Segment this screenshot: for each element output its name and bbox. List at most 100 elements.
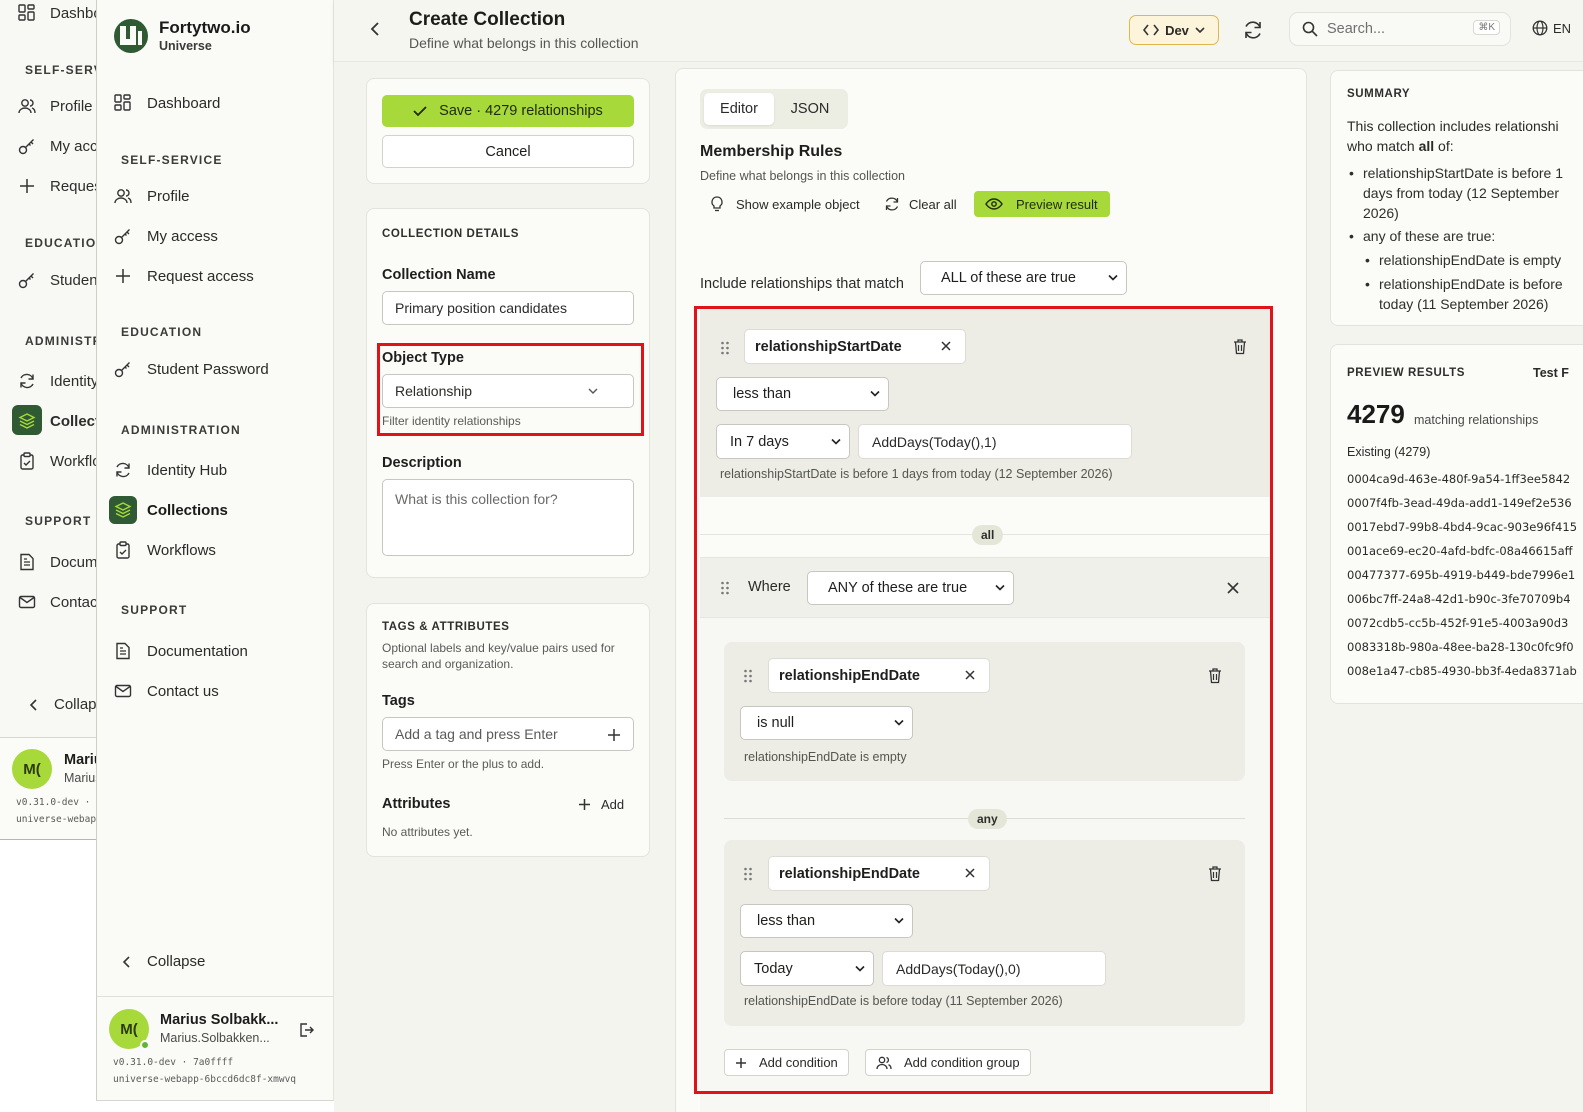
sidebar-item-identity-hub[interactable]: Identity Hub xyxy=(113,453,319,487)
section-heading: TAGS & ATTRIBUTES xyxy=(382,621,510,633)
sidebar-item-label: Contact us xyxy=(147,682,219,700)
tab-editor[interactable]: Editor xyxy=(704,93,774,125)
tags-input[interactable]: Add a tag and press Enter xyxy=(382,717,634,751)
result-item[interactable]: 00477377-695b-4919-b449-bde7996e1 xyxy=(1347,568,1575,582)
sidebar-item-label: Request access xyxy=(147,267,254,285)
mail-icon xyxy=(18,595,36,609)
bg-sidebar-item-profile[interactable]: Profile xyxy=(18,97,93,115)
summary-text-bold: all xyxy=(1418,138,1435,154)
add-attribute-label: Add xyxy=(601,797,625,812)
brand-subtitle: Universe xyxy=(159,39,212,53)
actions-card: Save · 4279 relationships Cancel xyxy=(366,78,650,184)
clear-all-button[interactable]: Clear all xyxy=(884,191,957,217)
result-item[interactable]: 0072cdb5-cc5b-452f-91e5-4003a90d3 xyxy=(1347,616,1568,630)
match-mode-label: Include relationships that match xyxy=(700,276,904,292)
search-input[interactable]: Search... ⌘K xyxy=(1289,12,1511,46)
result-item[interactable]: 001ace69-ec20-4afd-bdfc-08a46615aff xyxy=(1347,544,1573,558)
result-item[interactable]: 0017ebd7-99b8-4bd4-9cac-903e96f415 xyxy=(1347,520,1577,534)
section-heading-self-service: SELF-SERVICE xyxy=(121,153,223,167)
user-email: Marius.Solbakken... xyxy=(160,1031,270,1045)
user-name: Marius Solbakk... xyxy=(160,1012,279,1028)
show-example-button[interactable]: Show example object xyxy=(710,191,860,217)
tags-subtitle: Optional labels and key/value pairs used… xyxy=(382,641,615,671)
brand[interactable]: Fortytwo.io Universe xyxy=(113,18,251,54)
summary-text-part: of: xyxy=(1434,138,1454,154)
add-attribute-button[interactable]: Add xyxy=(578,797,624,812)
environment-label: Dev xyxy=(1165,22,1189,38)
plus-icon xyxy=(113,266,133,286)
tab-json[interactable]: JSON xyxy=(776,93,844,125)
rules-subtitle: Define what belongs in this collection xyxy=(700,169,905,183)
save-button[interactable]: Save · 4279 relationships xyxy=(382,95,634,127)
sidebar-item-contact[interactable]: Contact us xyxy=(113,674,319,708)
test-button[interactable]: Test F xyxy=(1533,366,1569,380)
preview-result-label: Preview result xyxy=(1016,196,1098,212)
plus-icon xyxy=(20,179,34,193)
sidebar-item-profile[interactable]: Profile xyxy=(113,179,319,213)
sidebar-item-label: Collections xyxy=(147,501,228,519)
preview-result-button[interactable]: Preview result xyxy=(974,191,1110,217)
dashboard-icon xyxy=(18,4,35,21)
sidebar-item-my-access[interactable]: My access xyxy=(113,219,319,253)
users-icon xyxy=(18,99,36,114)
summary-bullet-line: today (11 September 2026) xyxy=(1379,296,1549,312)
page-title: Create Collection xyxy=(409,9,566,30)
top-bar: Create Collection Define what belongs in… xyxy=(334,0,1583,62)
attributes-label: Attributes xyxy=(382,796,451,812)
result-item[interactable]: 0083318b-980a-48ee-ba28-130c0fc9f0 xyxy=(1347,640,1574,654)
app-version: v0.31.0-dev · 7a0ffff xyxy=(113,1057,234,1068)
summary-card: SUMMARY This collection includes relatio… xyxy=(1330,70,1583,326)
sidebar-item-workflows[interactable]: Workflows xyxy=(113,533,319,567)
summary-text-part: who match xyxy=(1347,138,1419,154)
result-item[interactable]: 0004ca9d-463e-480f-9a54-1ff3ee5842 xyxy=(1347,472,1570,486)
online-status-dot xyxy=(140,1040,150,1050)
match-count: 4279 xyxy=(1347,399,1405,429)
collapse-button[interactable]: Collapse xyxy=(121,953,205,970)
sidebar-item-label: Dashboard xyxy=(147,94,221,112)
key-icon xyxy=(113,359,133,379)
match-mode-select[interactable]: ALL of these are true xyxy=(920,261,1127,295)
result-item[interactable]: 006bc7ff-24a8-42d1-b90c-3fe70709b4 xyxy=(1347,592,1571,606)
document-icon xyxy=(20,553,34,571)
main-content: Save · 4279 relationships Cancel COLLECT… xyxy=(334,62,1583,1112)
summary-heading: SUMMARY xyxy=(1347,88,1411,100)
section-heading-administration: ADMINISTRATION xyxy=(121,423,241,437)
tags-placeholder: Add a tag and press Enter xyxy=(395,726,558,742)
plus-icon[interactable] xyxy=(607,728,621,742)
logout-icon[interactable] xyxy=(297,1021,315,1039)
summary-sub-bullet: relationshipEndDate is before today (11 … xyxy=(1365,274,1563,314)
description-textarea[interactable]: What is this collection for? xyxy=(382,479,634,556)
sidebar-item-request-access[interactable]: Request access xyxy=(113,259,319,293)
sidebar-item-label: Workflows xyxy=(147,541,216,559)
highlight-object-type xyxy=(377,343,644,436)
summary-bullet-line: relationshipStartDate is before 1 xyxy=(1363,165,1563,181)
user-box: M( Marius Solbakk... Marius.Solbakken...… xyxy=(97,996,335,1101)
environment-selector[interactable]: Dev xyxy=(1129,15,1219,45)
bg-section-heading: SUPPORT xyxy=(25,514,92,528)
bg-sidebar-label: Profile xyxy=(50,97,93,115)
page-subtitle: Define what belongs in this collection xyxy=(409,35,639,51)
result-item[interactable]: 008e1a47-cb85-4930-bb3f-4eda8371ab xyxy=(1347,664,1577,678)
summary-bullet-line: 2026) xyxy=(1363,205,1399,221)
bg-section-heading: EDUCATION xyxy=(25,236,107,250)
sidebar-item-label: Identity Hub xyxy=(147,461,228,479)
bg-user-box: M( Marius Solbakken Marius.Solbakken v0.… xyxy=(0,737,109,839)
section-heading-support: SUPPORT xyxy=(121,603,188,617)
result-item[interactable]: 0007f4fb-3ead-49da-add1-149ef2e536 xyxy=(1347,496,1572,510)
mail-icon xyxy=(113,681,133,701)
eye-icon xyxy=(985,198,1003,210)
sidebar-item-collections[interactable]: Collections xyxy=(109,493,319,527)
collection-name-input[interactable]: Primary position candidates xyxy=(382,291,634,325)
cancel-button[interactable]: Cancel xyxy=(382,135,634,168)
language-selector[interactable]: EN xyxy=(1532,20,1571,36)
tags-attributes-card: TAGS & ATTRIBUTES Optional labels and ke… xyxy=(366,603,650,857)
refresh-icon[interactable] xyxy=(1242,19,1264,41)
sidebar-item-documentation[interactable]: Documentation xyxy=(113,634,319,668)
back-chevron-icon[interactable] xyxy=(366,18,384,40)
search-icon xyxy=(1302,21,1318,37)
sidebar-item-student-password[interactable]: Student Password xyxy=(113,352,319,386)
plus-icon xyxy=(579,799,590,810)
sidebar: Fortytwo.io Universe Dashboard SELF-SERV… xyxy=(96,0,335,1101)
sidebar-item-dashboard[interactable]: Dashboard xyxy=(113,86,319,120)
summary-bullet-line: relationshipEndDate is before xyxy=(1379,276,1563,292)
